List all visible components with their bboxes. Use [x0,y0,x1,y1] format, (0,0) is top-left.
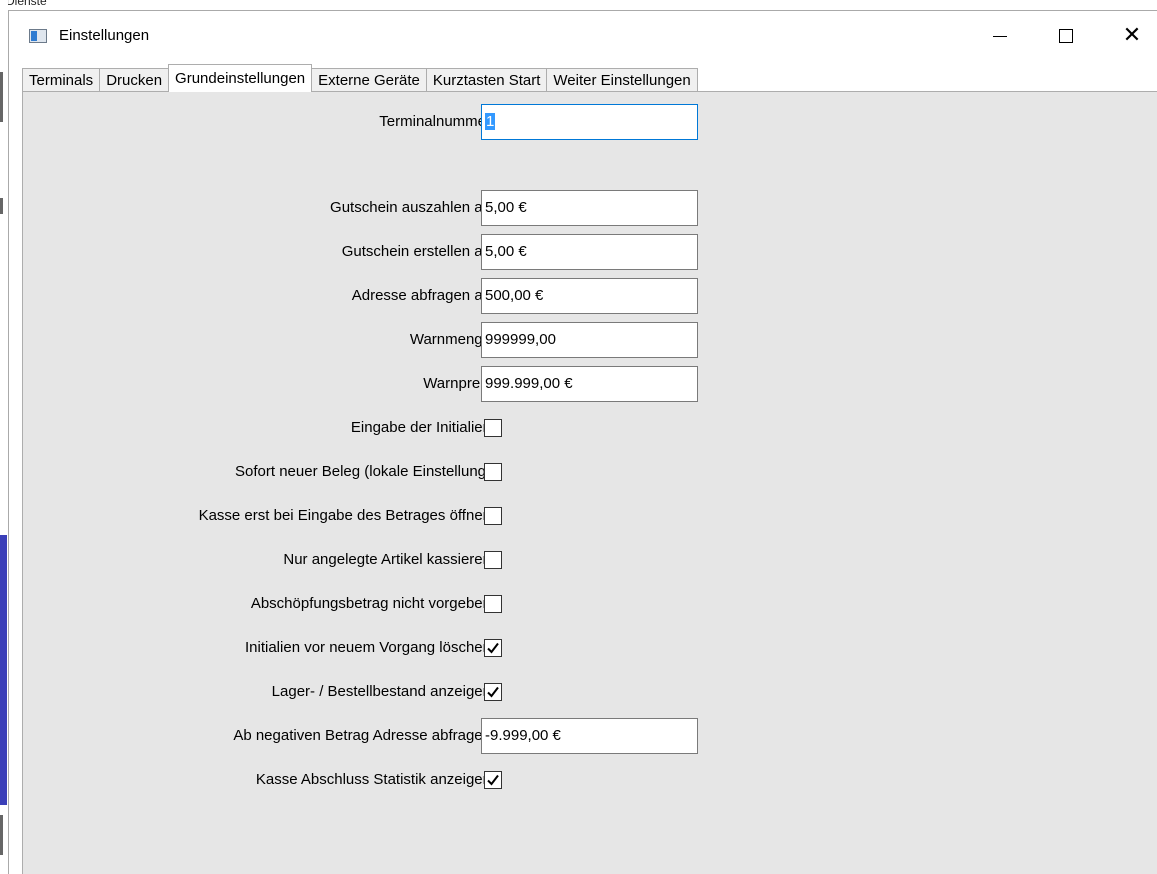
eingabe-initialien-checkbox[interactable] [484,419,502,437]
close-button[interactable]: ✕ [1109,11,1155,61]
maximize-button[interactable] [1043,11,1089,61]
minimize-icon [993,35,1007,37]
abschoepfungsbetrag-label: Abschöpfungsbetrag nicht vorgeben [250,595,491,612]
form-row-sofort-neuer-beleg: Sofort neuer Beleg (lokale Einstellung) [23,454,1157,490]
tab-terminals[interactable]: Terminals [22,68,101,92]
terminalnummer-input[interactable]: 1 [481,104,698,140]
window-title: Einstellungen [59,27,150,44]
tab-weiter-einstellungen[interactable]: Weiter Einstellungen [546,68,698,92]
form-row-negativer-betrag: Ab negativen Betrag Adresse abfragen -9.… [23,718,1157,754]
checkmark-icon [487,686,499,698]
abschoepfungsbetrag-checkbox[interactable] [484,595,502,613]
title-bar[interactable]: Einstellungen ✕ [9,11,1157,61]
warnmenge-label: Warnmenge [409,331,491,348]
tab-externe-geraete[interactable]: Externe Geräte [311,68,427,92]
background-divider [0,815,3,855]
negativer-betrag-label: Ab negativen Betrag Adresse abfragen [233,727,491,744]
negativer-betrag-input[interactable]: -9.999,00 € [481,718,698,754]
form-row-abschoepfungsbetrag: Abschöpfungsbetrag nicht vorgeben [23,586,1157,622]
form-row-warnpreis: Warnpreis 999.999,00 € [23,366,1157,402]
form-row-lagerbestand-anzeigen: Lager- / Bestellbestand anzeigen [23,674,1157,710]
tab-drucken[interactable]: Drucken [99,68,170,92]
terminalnummer-label: Terminalnummer [379,113,491,130]
warnpreis-input[interactable]: 999.999,00 € [481,366,698,402]
warnmenge-input[interactable]: 999999,00 [481,322,698,358]
form-row-adresse-abfragen: Adresse abfragen ab 500,00 € [23,278,1157,314]
tab-strip: Terminals Drucken Grundeinstellungen Ext… [22,64,698,92]
tab-grundeinstellungen[interactable]: Grundeinstellungen [168,64,313,92]
form-row-abschluss-statistik: Kasse Abschluss Statistik anzeigen [23,762,1157,798]
background-panel [0,535,7,805]
background-divider [0,198,3,214]
background-app-header: Dienste [0,0,1157,10]
background-divider [0,72,3,122]
lagerbestand-anzeigen-label: Lager- / Bestellbestand anzeigen [271,683,491,700]
maximize-icon [1059,29,1073,43]
checkmark-icon [487,642,499,654]
tab-panel-grundeinstellungen: Terminalnummer 1 Gutschein auszahlen ab … [22,91,1157,874]
form-row-kasse-erst-bei-eingabe: Kasse erst bei Eingabe des Betrages öffn… [23,498,1157,534]
adresse-abfragen-input[interactable]: 500,00 € [481,278,698,314]
adresse-abfragen-label: Adresse abfragen ab [351,287,491,304]
settings-window: Einstellungen ✕ Terminals Drucken Grunde… [8,10,1157,874]
form-row-eingabe-initialien: Eingabe der Initialien [23,410,1157,446]
gutschein-auszahlen-label: Gutschein auszahlen ab [330,199,491,216]
close-icon: ✕ [1122,23,1142,48]
form-row-gutschein-erstellen: Gutschein erstellen ab 5,00 € [23,234,1157,270]
gutschein-auszahlen-input[interactable]: 5,00 € [481,190,698,226]
gutschein-erstellen-input[interactable]: 5,00 € [481,234,698,270]
terminalnummer-value: 1 [485,113,496,130]
background-app-text: Dienste [6,0,47,8]
initialien-loeschen-checkbox[interactable] [484,639,502,657]
sofort-neuer-beleg-label: Sofort neuer Beleg (lokale Einstellung) [235,463,491,480]
form-row-nur-angelegte-artikel: Nur angelegte Artikel kassieren [23,542,1157,578]
sofort-neuer-beleg-checkbox[interactable] [484,463,502,481]
abschluss-statistik-label: Kasse Abschluss Statistik anzeigen [255,771,491,788]
nur-angelegte-artikel-label: Nur angelegte Artikel kassieren [283,551,491,568]
kasse-erst-bei-eingabe-checkbox[interactable] [484,507,502,525]
gutschein-erstellen-label: Gutschein erstellen ab [341,243,491,260]
nur-angelegte-artikel-checkbox[interactable] [484,551,502,569]
form-row-warnmenge: Warnmenge 999999,00 [23,322,1157,358]
tab-kurztasten-start[interactable]: Kurztasten Start [425,68,548,92]
lagerbestand-anzeigen-checkbox[interactable] [484,683,502,701]
minimize-button[interactable] [977,11,1023,61]
eingabe-initialien-label: Eingabe der Initialien [350,419,491,436]
form-row-gutschein-auszahlen: Gutschein auszahlen ab 5,00 € [23,190,1157,226]
app-icon [29,29,47,43]
form-row-initialien-loeschen: Initialien vor neuem Vorgang löschen [23,630,1157,666]
form-row-terminalnummer: Terminalnummer 1 [23,104,1157,140]
checkmark-icon [487,774,499,786]
initialien-loeschen-label: Initialien vor neuem Vorgang löschen [245,639,491,656]
kasse-erst-bei-eingabe-label: Kasse erst bei Eingabe des Betrages öffn… [198,507,491,524]
abschluss-statistik-checkbox[interactable] [484,771,502,789]
